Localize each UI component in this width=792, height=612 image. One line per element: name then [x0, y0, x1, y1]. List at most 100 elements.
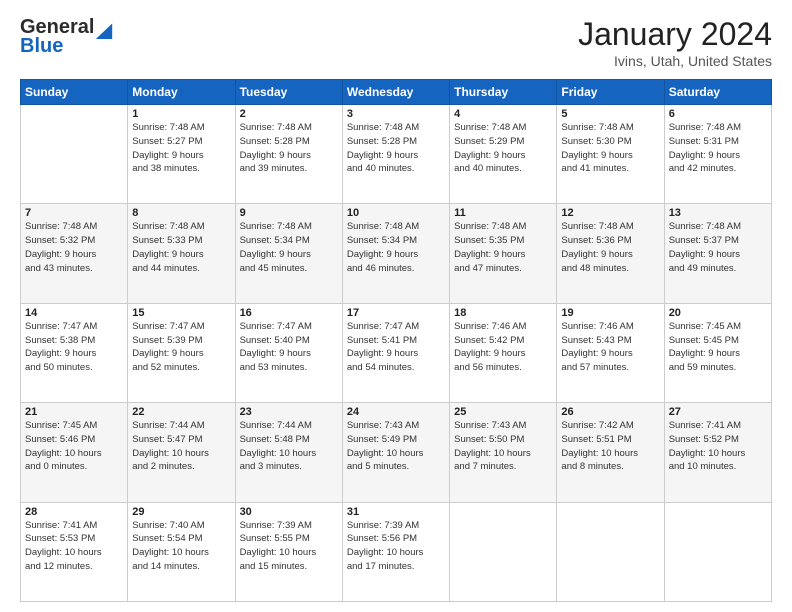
page: General Blue January 2024 Ivins, Utah, U… [0, 0, 792, 612]
day-number: 19 [561, 307, 659, 319]
calendar-cell: 1Sunrise: 7:48 AMSunset: 5:27 PMDaylight… [128, 105, 235, 204]
day-info: Sunrise: 7:45 AMSunset: 5:46 PMDaylight:… [25, 419, 123, 474]
calendar-cell: 4Sunrise: 7:48 AMSunset: 5:29 PMDaylight… [450, 105, 557, 204]
calendar-cell: 16Sunrise: 7:47 AMSunset: 5:40 PMDayligh… [235, 303, 342, 402]
calendar-cell: 7Sunrise: 7:48 AMSunset: 5:32 PMDaylight… [21, 204, 128, 303]
day-info: Sunrise: 7:48 AMSunset: 5:33 PMDaylight:… [132, 220, 230, 275]
calendar-col-header: Thursday [450, 80, 557, 105]
day-info: Sunrise: 7:47 AMSunset: 5:41 PMDaylight:… [347, 320, 445, 375]
day-info: Sunrise: 7:48 AMSunset: 5:37 PMDaylight:… [669, 220, 767, 275]
calendar-week-row: 7Sunrise: 7:48 AMSunset: 5:32 PMDaylight… [21, 204, 772, 303]
day-info: Sunrise: 7:43 AMSunset: 5:49 PMDaylight:… [347, 419, 445, 474]
calendar-col-header: Wednesday [342, 80, 449, 105]
day-number: 2 [240, 108, 338, 120]
calendar-cell: 15Sunrise: 7:47 AMSunset: 5:39 PMDayligh… [128, 303, 235, 402]
day-number: 16 [240, 307, 338, 319]
day-info: Sunrise: 7:39 AMSunset: 5:55 PMDaylight:… [240, 519, 338, 574]
day-number: 15 [132, 307, 230, 319]
day-number: 23 [240, 406, 338, 418]
day-number: 20 [669, 307, 767, 319]
calendar-cell [557, 502, 664, 601]
day-number: 29 [132, 506, 230, 518]
calendar-cell: 3Sunrise: 7:48 AMSunset: 5:28 PMDaylight… [342, 105, 449, 204]
calendar-cell: 14Sunrise: 7:47 AMSunset: 5:38 PMDayligh… [21, 303, 128, 402]
day-info: Sunrise: 7:42 AMSunset: 5:51 PMDaylight:… [561, 419, 659, 474]
day-info: Sunrise: 7:48 AMSunset: 5:29 PMDaylight:… [454, 121, 552, 176]
day-info: Sunrise: 7:45 AMSunset: 5:45 PMDaylight:… [669, 320, 767, 375]
calendar-col-header: Sunday [21, 80, 128, 105]
calendar-header-row: SundayMondayTuesdayWednesdayThursdayFrid… [21, 80, 772, 105]
day-info: Sunrise: 7:40 AMSunset: 5:54 PMDaylight:… [132, 519, 230, 574]
day-number: 21 [25, 406, 123, 418]
day-info: Sunrise: 7:48 AMSunset: 5:31 PMDaylight:… [669, 121, 767, 176]
calendar-cell: 19Sunrise: 7:46 AMSunset: 5:43 PMDayligh… [557, 303, 664, 402]
calendar-col-header: Friday [557, 80, 664, 105]
day-number: 22 [132, 406, 230, 418]
day-info: Sunrise: 7:48 AMSunset: 5:36 PMDaylight:… [561, 220, 659, 275]
calendar-cell: 20Sunrise: 7:45 AMSunset: 5:45 PMDayligh… [664, 303, 771, 402]
day-number: 27 [669, 406, 767, 418]
day-info: Sunrise: 7:47 AMSunset: 5:40 PMDaylight:… [240, 320, 338, 375]
calendar-cell: 28Sunrise: 7:41 AMSunset: 5:53 PMDayligh… [21, 502, 128, 601]
calendar-cell: 21Sunrise: 7:45 AMSunset: 5:46 PMDayligh… [21, 403, 128, 502]
day-number: 18 [454, 307, 552, 319]
calendar-cell: 30Sunrise: 7:39 AMSunset: 5:55 PMDayligh… [235, 502, 342, 601]
day-number: 12 [561, 207, 659, 219]
calendar-cell: 5Sunrise: 7:48 AMSunset: 5:30 PMDaylight… [557, 105, 664, 204]
day-number: 25 [454, 406, 552, 418]
calendar-table: SundayMondayTuesdayWednesdayThursdayFrid… [20, 79, 772, 602]
day-number: 13 [669, 207, 767, 219]
day-info: Sunrise: 7:44 AMSunset: 5:48 PMDaylight:… [240, 419, 338, 474]
day-number: 1 [132, 108, 230, 120]
calendar-cell: 17Sunrise: 7:47 AMSunset: 5:41 PMDayligh… [342, 303, 449, 402]
calendar-cell: 13Sunrise: 7:48 AMSunset: 5:37 PMDayligh… [664, 204, 771, 303]
day-info: Sunrise: 7:48 AMSunset: 5:28 PMDaylight:… [347, 121, 445, 176]
calendar-cell: 23Sunrise: 7:44 AMSunset: 5:48 PMDayligh… [235, 403, 342, 502]
calendar-cell: 2Sunrise: 7:48 AMSunset: 5:28 PMDaylight… [235, 105, 342, 204]
calendar-cell: 6Sunrise: 7:48 AMSunset: 5:31 PMDaylight… [664, 105, 771, 204]
day-info: Sunrise: 7:44 AMSunset: 5:47 PMDaylight:… [132, 419, 230, 474]
day-number: 14 [25, 307, 123, 319]
day-number: 26 [561, 406, 659, 418]
calendar-week-row: 21Sunrise: 7:45 AMSunset: 5:46 PMDayligh… [21, 403, 772, 502]
day-number: 24 [347, 406, 445, 418]
day-number: 5 [561, 108, 659, 120]
day-info: Sunrise: 7:48 AMSunset: 5:30 PMDaylight:… [561, 121, 659, 176]
logo: General Blue [20, 16, 113, 58]
day-info: Sunrise: 7:46 AMSunset: 5:42 PMDaylight:… [454, 320, 552, 375]
calendar-cell [21, 105, 128, 204]
day-info: Sunrise: 7:48 AMSunset: 5:27 PMDaylight:… [132, 121, 230, 176]
day-info: Sunrise: 7:47 AMSunset: 5:39 PMDaylight:… [132, 320, 230, 375]
calendar-cell: 25Sunrise: 7:43 AMSunset: 5:50 PMDayligh… [450, 403, 557, 502]
month-year: January 2024 [578, 16, 772, 53]
calendar-cell: 24Sunrise: 7:43 AMSunset: 5:49 PMDayligh… [342, 403, 449, 502]
day-info: Sunrise: 7:48 AMSunset: 5:32 PMDaylight:… [25, 220, 123, 275]
day-number: 10 [347, 207, 445, 219]
day-number: 17 [347, 307, 445, 319]
logo-blue-text: Blue [20, 35, 63, 58]
day-number: 28 [25, 506, 123, 518]
day-info: Sunrise: 7:48 AMSunset: 5:34 PMDaylight:… [240, 220, 338, 275]
calendar-col-header: Saturday [664, 80, 771, 105]
day-number: 8 [132, 207, 230, 219]
day-number: 11 [454, 207, 552, 219]
calendar-cell: 29Sunrise: 7:40 AMSunset: 5:54 PMDayligh… [128, 502, 235, 601]
calendar-week-row: 1Sunrise: 7:48 AMSunset: 5:27 PMDaylight… [21, 105, 772, 204]
calendar-cell: 8Sunrise: 7:48 AMSunset: 5:33 PMDaylight… [128, 204, 235, 303]
day-info: Sunrise: 7:48 AMSunset: 5:35 PMDaylight:… [454, 220, 552, 275]
day-info: Sunrise: 7:41 AMSunset: 5:53 PMDaylight:… [25, 519, 123, 574]
calendar-cell: 22Sunrise: 7:44 AMSunset: 5:47 PMDayligh… [128, 403, 235, 502]
calendar-cell: 10Sunrise: 7:48 AMSunset: 5:34 PMDayligh… [342, 204, 449, 303]
calendar-cell: 27Sunrise: 7:41 AMSunset: 5:52 PMDayligh… [664, 403, 771, 502]
day-number: 3 [347, 108, 445, 120]
day-number: 4 [454, 108, 552, 120]
calendar-cell: 12Sunrise: 7:48 AMSunset: 5:36 PMDayligh… [557, 204, 664, 303]
day-number: 31 [347, 506, 445, 518]
location: Ivins, Utah, United States [578, 53, 772, 69]
calendar-cell: 31Sunrise: 7:39 AMSunset: 5:56 PMDayligh… [342, 502, 449, 601]
calendar-week-row: 14Sunrise: 7:47 AMSunset: 5:38 PMDayligh… [21, 303, 772, 402]
day-info: Sunrise: 7:43 AMSunset: 5:50 PMDaylight:… [454, 419, 552, 474]
calendar-cell: 9Sunrise: 7:48 AMSunset: 5:34 PMDaylight… [235, 204, 342, 303]
day-info: Sunrise: 7:39 AMSunset: 5:56 PMDaylight:… [347, 519, 445, 574]
day-info: Sunrise: 7:48 AMSunset: 5:28 PMDaylight:… [240, 121, 338, 176]
